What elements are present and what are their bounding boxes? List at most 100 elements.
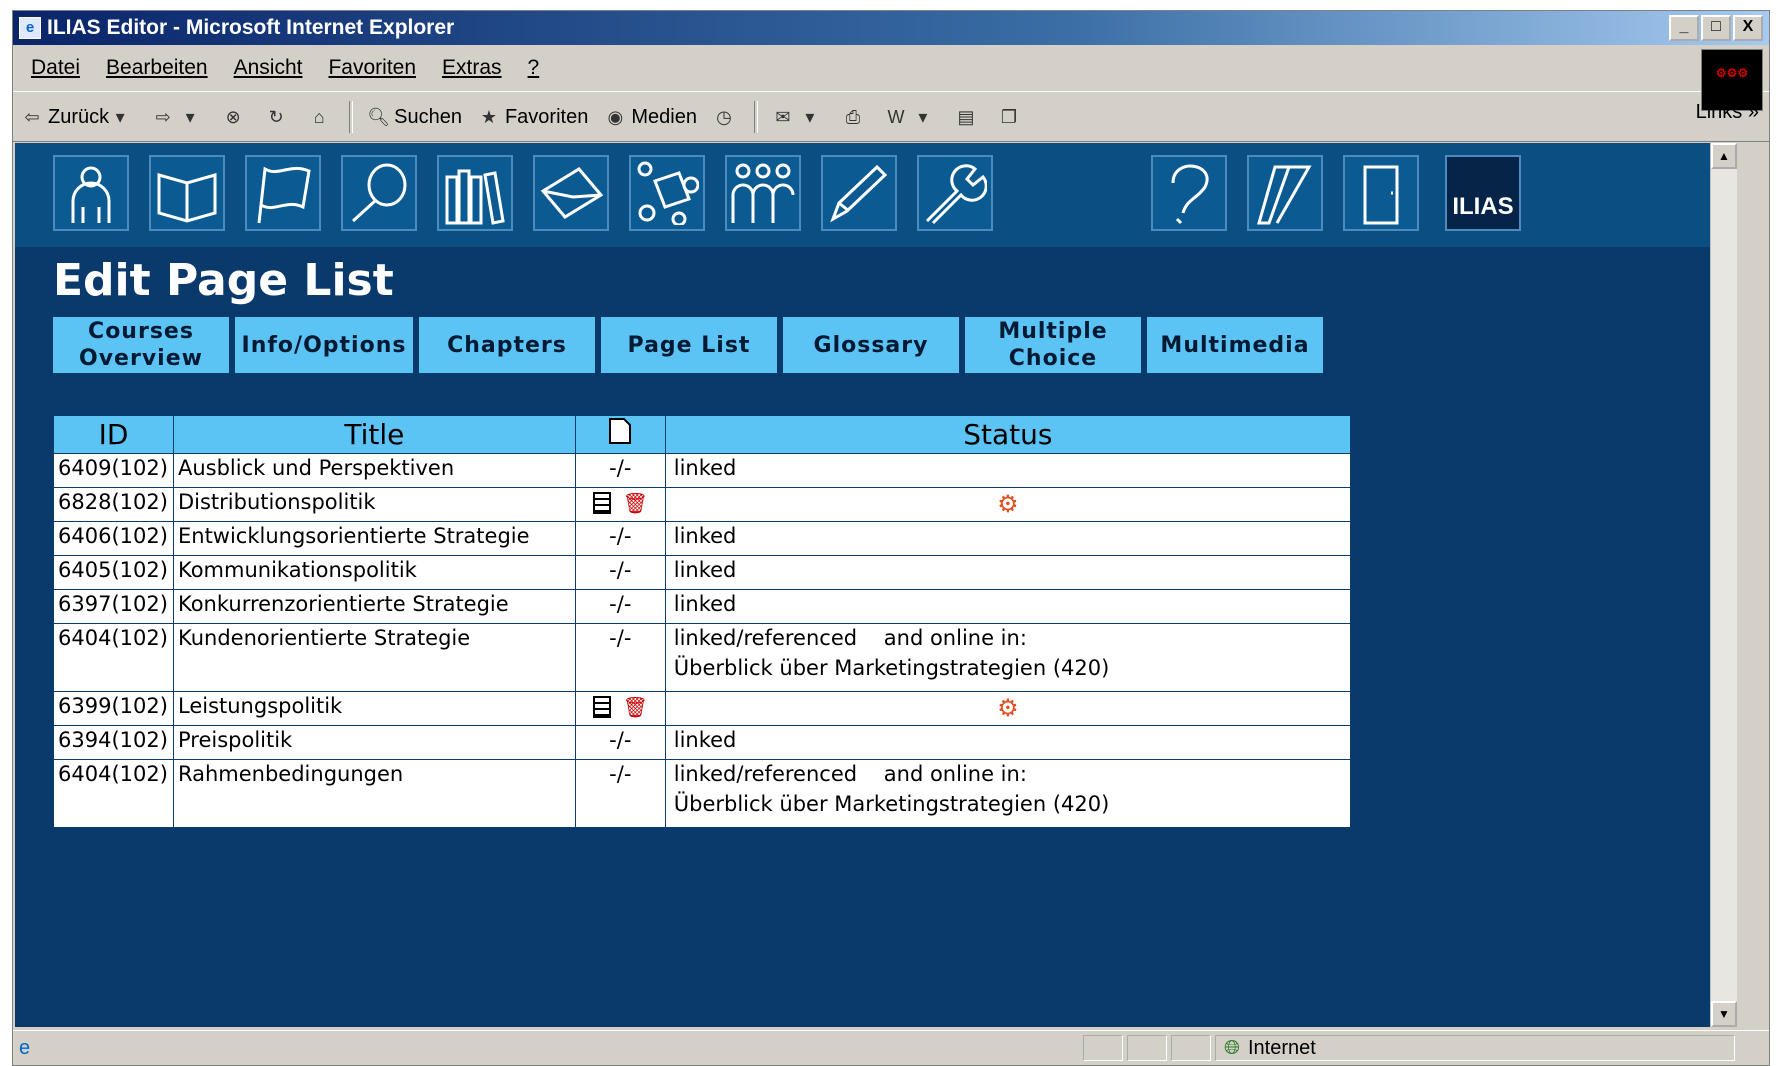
scroll-up-button[interactable]: ▲ — [1711, 143, 1737, 169]
book-icon[interactable] — [149, 155, 225, 231]
browser-window: e ILIAS Editor - Microsoft Internet Expl… — [12, 10, 1770, 1066]
col-header-status: Status — [664, 415, 1352, 454]
dropdown-icon[interactable]: ▾ — [799, 106, 821, 128]
row-title[interactable]: Rahmenbedingungen — [172, 759, 576, 828]
tab-info-options[interactable]: Info/Options — [235, 317, 413, 373]
window-title: ILIAS Editor - Microsoft Internet Explor… — [47, 16, 455, 39]
scroll-down-button[interactable]: ▼ — [1711, 1001, 1737, 1027]
tab-courses-overview[interactable]: Courses Overview — [53, 317, 229, 373]
tab-label: Multimedia — [1160, 332, 1310, 358]
toolbar-separator — [349, 101, 354, 133]
discuss-button[interactable]: ▤ — [955, 106, 982, 128]
col-header-page — [574, 415, 666, 454]
person-icon[interactable] — [53, 155, 129, 231]
row-action: -/- — [574, 623, 666, 692]
tab-multiple-choice[interactable]: Multiple Choice — [965, 317, 1141, 373]
row-status: linked — [664, 453, 1352, 488]
print-button[interactable]: ⎙ — [842, 106, 869, 128]
dropdown-icon[interactable]: ▾ — [179, 106, 201, 128]
title-bar[interactable]: e ILIAS Editor - Microsoft Internet Expl… — [13, 11, 1769, 45]
zone-panel: 🌐︎ Internet — [1215, 1035, 1735, 1061]
tab-label: Choice — [1008, 346, 1098, 371]
row-title[interactable]: Distributionspolitik — [172, 487, 576, 522]
group-icon[interactable] — [725, 155, 801, 231]
table-header-row: ID Title Status — [53, 415, 1352, 454]
home-button[interactable]: ⌂ — [308, 106, 335, 128]
edit-page-icon[interactable] — [592, 492, 611, 514]
row-title[interactable]: Entwicklungsorientierte Strategie — [172, 521, 576, 556]
menu-ansicht[interactable]: Ansicht — [234, 56, 303, 80]
edit-button[interactable]: W ▾ — [885, 106, 939, 128]
menu-datei[interactable]: Datei — [31, 56, 80, 80]
messenger-button[interactable]: ❐ — [998, 106, 1025, 128]
magnifier-icon[interactable] — [341, 155, 417, 231]
exit-door-icon[interactable] — [1343, 155, 1419, 231]
help-icon[interactable] — [1151, 155, 1227, 231]
media-button[interactable]: ◉ Medien — [604, 106, 696, 129]
row-title[interactable]: Kundenorientierte Strategie — [172, 623, 576, 692]
status-line[interactable]: Überblick über Marketingstrategien (420) — [674, 656, 1346, 680]
toolbar: ⇦ Zurück ▾ ⇨ ▾ ⊗ ↻ ⌂ 🔍︎ Suchen ★ Favoriten ◉ M… — [13, 93, 1769, 142]
row-title[interactable]: Ausblick und Perspektiven — [172, 453, 576, 488]
history-button[interactable]: ◷ — [713, 106, 740, 128]
ilias-logo[interactable]: ILIAS — [1445, 155, 1521, 231]
tab-page-list[interactable]: Page List — [601, 317, 777, 373]
menu-bar: Datei Bearbeiten Ansicht Favoriten Extra… — [13, 45, 1769, 92]
menu-help[interactable]: ? — [528, 56, 540, 80]
flag-icon[interactable] — [245, 155, 321, 231]
wrench-icon[interactable] — [917, 155, 993, 231]
table-row: 6394(102) Preispolitik -/- linked — [53, 725, 1352, 760]
menu-bearbeiten[interactable]: Bearbeiten — [106, 56, 208, 80]
globe-icon: 🌐︎ — [1224, 1036, 1240, 1059]
tab-label: Overview — [79, 346, 203, 371]
menu-favoriten[interactable]: Favoriten — [328, 56, 416, 80]
messenger-icon: ❐ — [1000, 107, 1018, 127]
row-id: 6406(102) — [53, 521, 174, 556]
ilias-nav-bar: ILIAS — [15, 143, 1737, 247]
links-button[interactable]: Links » — [1696, 101, 1759, 124]
row-id: 6405(102) — [53, 555, 174, 590]
feedback-icon[interactable] — [1247, 155, 1323, 231]
row-id: 6399(102) — [53, 691, 174, 726]
shapes-icon[interactable] — [629, 155, 705, 231]
row-title[interactable]: Preispolitik — [172, 725, 576, 760]
row-title[interactable]: Leistungspolitik — [172, 691, 576, 726]
search-button[interactable]: 🔍︎ Suchen — [367, 106, 462, 129]
menu-extras[interactable]: Extras — [442, 56, 502, 80]
close-button[interactable]: X — [1733, 15, 1763, 41]
library-icon[interactable] — [437, 155, 513, 231]
page-status-icon: e — [19, 1036, 31, 1059]
row-status: linked — [664, 555, 1352, 590]
media-icon: ◉ — [607, 107, 624, 127]
forward-button[interactable]: ⇨ ▾ — [152, 106, 206, 128]
favorites-button[interactable]: ★ Favoriten — [478, 106, 588, 129]
refresh-button[interactable]: ↻ — [265, 106, 292, 128]
row-title[interactable]: Kommunikationspolitik — [172, 555, 576, 590]
maximize-button[interactable]: □ — [1701, 15, 1731, 41]
word-icon: W — [887, 107, 905, 127]
table-row: 6404(102) Kundenorientierte Strategie -/… — [53, 623, 1352, 692]
dropdown-icon[interactable]: ▾ — [912, 106, 934, 128]
page-content: ILIAS Edit Page List Courses Overview Inf… — [15, 143, 1737, 1027]
back-button[interactable]: ⇦ Zurück ▾ — [21, 106, 136, 129]
col-header-id: ID — [53, 415, 174, 454]
trash-icon[interactable]: 🗑︎ — [623, 695, 648, 719]
tab-multimedia[interactable]: Multimedia — [1147, 317, 1323, 373]
dropdown-icon[interactable]: ▾ — [109, 106, 131, 128]
row-id: 6394(102) — [53, 725, 174, 760]
page-icon — [609, 418, 632, 444]
tab-label: Info/Options — [241, 332, 407, 358]
tab-chapters[interactable]: Chapters — [419, 317, 595, 373]
mail-button[interactable]: ✉ ▾ — [772, 106, 826, 128]
status-line[interactable]: Überblick über Marketingstrategien (420) — [674, 792, 1346, 816]
pencil-icon[interactable] — [821, 155, 897, 231]
row-id: 6409(102) — [53, 453, 174, 488]
tab-glossary[interactable]: Glossary — [783, 317, 959, 373]
minimize-button[interactable]: _ — [1669, 15, 1699, 41]
edit-page-icon[interactable] — [592, 696, 611, 718]
trash-icon[interactable]: 🗑︎ — [623, 491, 648, 515]
row-title[interactable]: Konkurrenzorientierte Strategie — [172, 589, 576, 624]
stop-button[interactable]: ⊗ — [222, 106, 249, 128]
mail-icon[interactable] — [533, 155, 609, 231]
vertical-scrollbar[interactable]: ▲ ▼ — [1710, 143, 1737, 1027]
